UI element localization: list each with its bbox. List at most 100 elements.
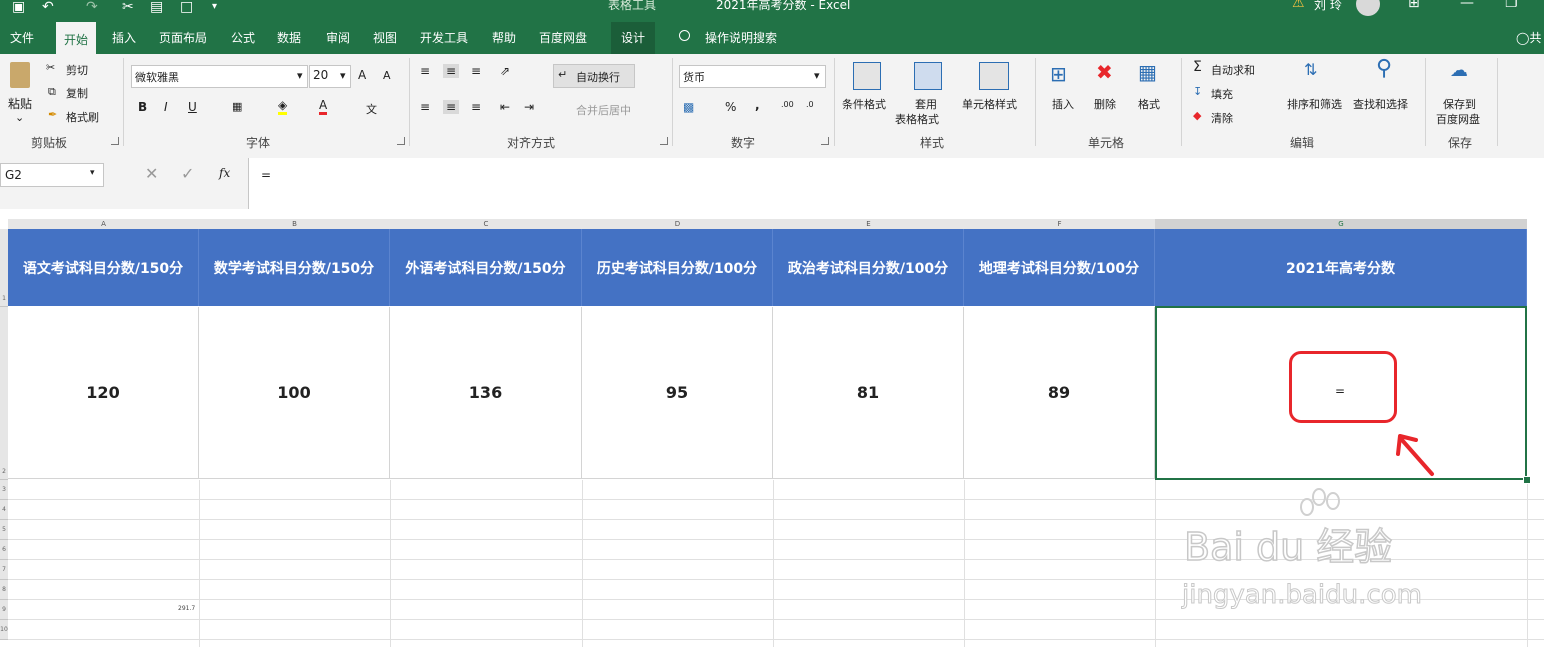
align-middle-icon[interactable]: ≡	[443, 64, 460, 78]
autosum-button[interactable]: 自动求和	[1211, 62, 1255, 78]
insert-function-icon[interactable]: fx	[219, 166, 230, 180]
row-header-10[interactable]: 10	[0, 620, 8, 640]
insert-cells-button[interactable]: 插入	[1052, 96, 1074, 112]
align-top-icon[interactable]: ≡	[420, 64, 430, 78]
share-button[interactable]: ◯共	[1516, 22, 1541, 54]
row-header-1[interactable]: 1	[0, 229, 8, 307]
conditional-format-button[interactable]: 条件格式	[842, 96, 886, 112]
clear-button[interactable]: 清除	[1211, 110, 1233, 126]
paste-icon[interactable]	[10, 62, 30, 88]
bold-button[interactable]: B	[138, 100, 147, 114]
borders-icon[interactable]: ▦	[232, 100, 242, 113]
italic-button[interactable]: I	[164, 100, 168, 114]
data-cell-math[interactable]: 100	[199, 307, 390, 479]
alignment-launcher-icon[interactable]	[660, 137, 668, 145]
data-cell-foreign-language[interactable]: 136	[390, 307, 582, 479]
user-name[interactable]: 刘 玲	[1314, 0, 1342, 13]
data-cell-chinese[interactable]: 120	[8, 307, 199, 479]
shrink-font-icon[interactable]: A	[383, 69, 391, 82]
save-baidu-button-2[interactable]: 百度网盘	[1436, 111, 1480, 127]
tab-home[interactable]: 开始	[56, 22, 97, 56]
phonetic-icon[interactable]: 文	[366, 101, 377, 117]
number-launcher-icon[interactable]	[821, 137, 829, 145]
row-header-3[interactable]: 3	[0, 480, 8, 500]
find-select-button[interactable]: 查找和选择	[1353, 96, 1408, 112]
fill-button[interactable]: 填充	[1211, 86, 1233, 102]
clipboard-launcher-icon[interactable]	[111, 137, 119, 145]
grow-font-icon[interactable]: A	[358, 68, 366, 82]
ribbon-display-icon[interactable]: ⊞	[1408, 0, 1420, 11]
increase-indent-icon[interactable]: ⇥	[524, 100, 534, 114]
cut-button[interactable]: 剪切	[66, 62, 88, 78]
tab-help[interactable]: 帮助	[492, 22, 516, 54]
underline-button[interactable]: U	[188, 100, 197, 114]
header-cell-history[interactable]: 历史考试科目分数/100分	[582, 229, 773, 306]
decrease-decimal-button[interactable]: .0	[806, 100, 814, 109]
tab-page-layout[interactable]: 页面布局	[159, 22, 207, 54]
format-painter-button[interactable]: 格式刷	[66, 109, 99, 125]
row-header-9[interactable]: 9	[0, 600, 8, 620]
number-format-select[interactable]: 货币 ▾	[679, 65, 826, 88]
save-baidu-button-1[interactable]: 保存到	[1443, 96, 1476, 112]
tab-view[interactable]: 视图	[373, 22, 397, 54]
sort-filter-button[interactable]: 排序和筛选	[1287, 96, 1342, 112]
merge-center-button[interactable]: 合并后居中	[576, 102, 631, 118]
table-format-button-2[interactable]: 表格格式	[895, 111, 939, 127]
avatar[interactable]	[1356, 0, 1380, 16]
row-header-7[interactable]: 7	[0, 560, 8, 580]
delete-cells-button[interactable]: 删除	[1094, 96, 1116, 112]
warning-icon[interactable]: ⚠	[1292, 0, 1305, 11]
fill-handle[interactable]	[1523, 476, 1531, 484]
save-icon[interactable]: ▣	[12, 0, 25, 14]
paste-dropdown-icon[interactable]: ⌄	[15, 111, 24, 124]
cancel-icon[interactable]: ✕	[145, 164, 158, 183]
row-header-2[interactable]: 2	[0, 307, 8, 480]
fill-color-icon[interactable]: ◈	[278, 98, 288, 115]
font-launcher-icon[interactable]	[397, 137, 405, 145]
row-header-4[interactable]: 4	[0, 500, 8, 520]
customize-qa-icon[interactable]: ▾	[212, 0, 217, 14]
comma-button[interactable]: ,	[755, 98, 760, 112]
align-bottom-icon[interactable]: ≡	[471, 64, 481, 78]
copy-button[interactable]: 复制	[66, 85, 88, 101]
restore-icon[interactable]: ❐	[1505, 0, 1518, 11]
row-header-6[interactable]: 6	[0, 540, 8, 560]
orientation-icon[interactable]: ⇗	[500, 64, 510, 78]
header-cell-math[interactable]: 数学考试科目分数/150分	[199, 229, 390, 306]
enter-icon[interactable]: ✓	[181, 164, 194, 183]
tab-design[interactable]: 设计	[611, 22, 656, 54]
tab-developer[interactable]: 开发工具	[420, 22, 468, 54]
table-format-button-1[interactable]: 套用	[915, 96, 937, 112]
cell-a9-value[interactable]: 291.7	[178, 605, 195, 612]
header-cell-foreign-language[interactable]: 外语考试科目分数/150分	[390, 229, 582, 306]
data-cell-geography[interactable]: 89	[964, 307, 1155, 479]
percent-button[interactable]: %	[725, 100, 736, 114]
tab-baidu-netdisk[interactable]: 百度网盘	[539, 22, 587, 54]
new-doc-icon[interactable]: □	[180, 0, 193, 14]
currency-icon[interactable]: ▩	[683, 100, 694, 114]
font-color-icon[interactable]: A	[319, 98, 328, 115]
tell-me-search[interactable]: 操作说明搜索	[705, 22, 777, 54]
increase-decimal-button[interactable]: .00	[781, 100, 794, 109]
data-cell-history[interactable]: 95	[582, 307, 773, 479]
tab-review[interactable]: 审阅	[326, 22, 350, 54]
cut-qa-icon[interactable]: ✂	[122, 0, 134, 14]
row-header-5[interactable]: 5	[0, 520, 8, 540]
minimize-icon[interactable]: —	[1460, 0, 1474, 11]
tab-insert[interactable]: 插入	[112, 22, 136, 54]
formula-input[interactable]: =	[248, 158, 1544, 209]
name-box[interactable]: G2 ▾	[0, 163, 104, 187]
format-cells-button[interactable]: 格式	[1138, 96, 1160, 112]
tab-file[interactable]: 文件	[10, 22, 34, 54]
font-size-select[interactable]: 20 ▾	[309, 65, 351, 88]
print-preview-icon[interactable]: ▤	[150, 0, 163, 14]
font-name-select[interactable]: 微软雅黑 ▾	[131, 65, 308, 88]
header-cell-politics[interactable]: 政治考试科目分数/100分	[773, 229, 964, 306]
header-cell-chinese[interactable]: 语文考试科目分数/150分	[8, 229, 199, 306]
redo-icon[interactable]: ↷	[86, 0, 98, 14]
align-right-icon[interactable]: ≡	[471, 100, 481, 114]
tab-formulas[interactable]: 公式	[231, 22, 255, 54]
data-cell-politics[interactable]: 81	[773, 307, 964, 479]
header-cell-geography[interactable]: 地理考试科目分数/100分	[964, 229, 1155, 306]
paste-button[interactable]: 粘贴	[8, 95, 32, 112]
